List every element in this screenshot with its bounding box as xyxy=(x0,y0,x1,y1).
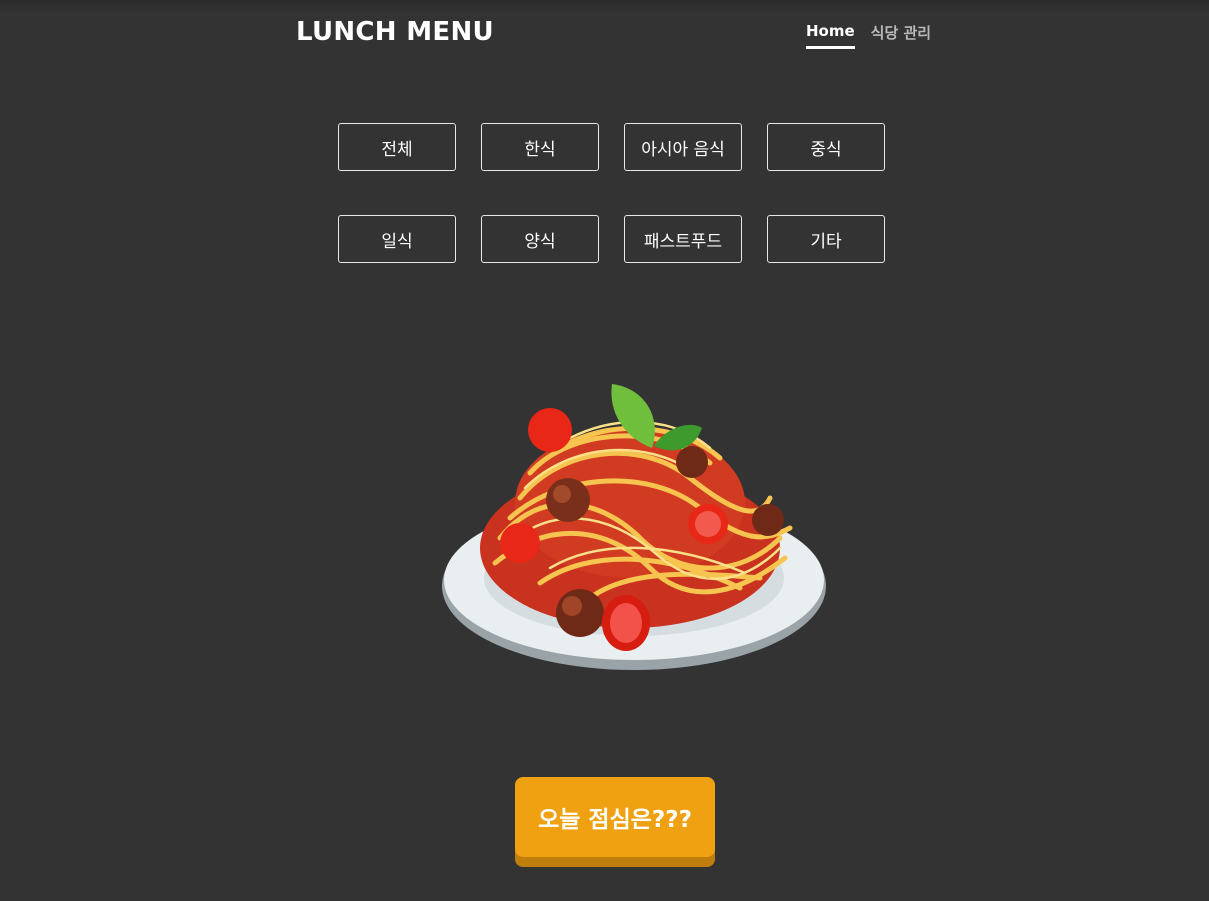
nav-home[interactable]: Home xyxy=(806,22,855,49)
category-row: 전체 한식 아시아 음식 중식 xyxy=(338,123,898,171)
category-japanese-button[interactable]: 일식 xyxy=(338,215,456,263)
category-western-button[interactable]: 양식 xyxy=(481,215,599,263)
category-fastfood-button[interactable]: 패스트푸드 xyxy=(624,215,742,263)
category-asian-button[interactable]: 아시아 음식 xyxy=(624,123,742,171)
header: LUNCH MENU Home 식당 관리 xyxy=(0,0,1209,64)
nav-restaurant-management[interactable]: 식당 관리 xyxy=(871,22,931,49)
lunch-roulette-button[interactable]: 오늘 점심은??? xyxy=(515,777,715,857)
app-title: LUNCH MENU xyxy=(296,17,494,47)
category-row: 일식 양식 패스트푸드 기타 xyxy=(338,215,898,263)
category-korean-button[interactable]: 한식 xyxy=(481,123,599,171)
category-all-button[interactable]: 전체 xyxy=(338,123,456,171)
category-filter: 전체 한식 아시아 음식 중식 일식 양식 패스트푸드 기타 xyxy=(338,123,898,307)
category-other-button[interactable]: 기타 xyxy=(767,215,885,263)
spaghetti-plate-icon xyxy=(440,378,832,674)
main-nav: Home 식당 관리 xyxy=(806,22,931,49)
category-chinese-button[interactable]: 중식 xyxy=(767,123,885,171)
